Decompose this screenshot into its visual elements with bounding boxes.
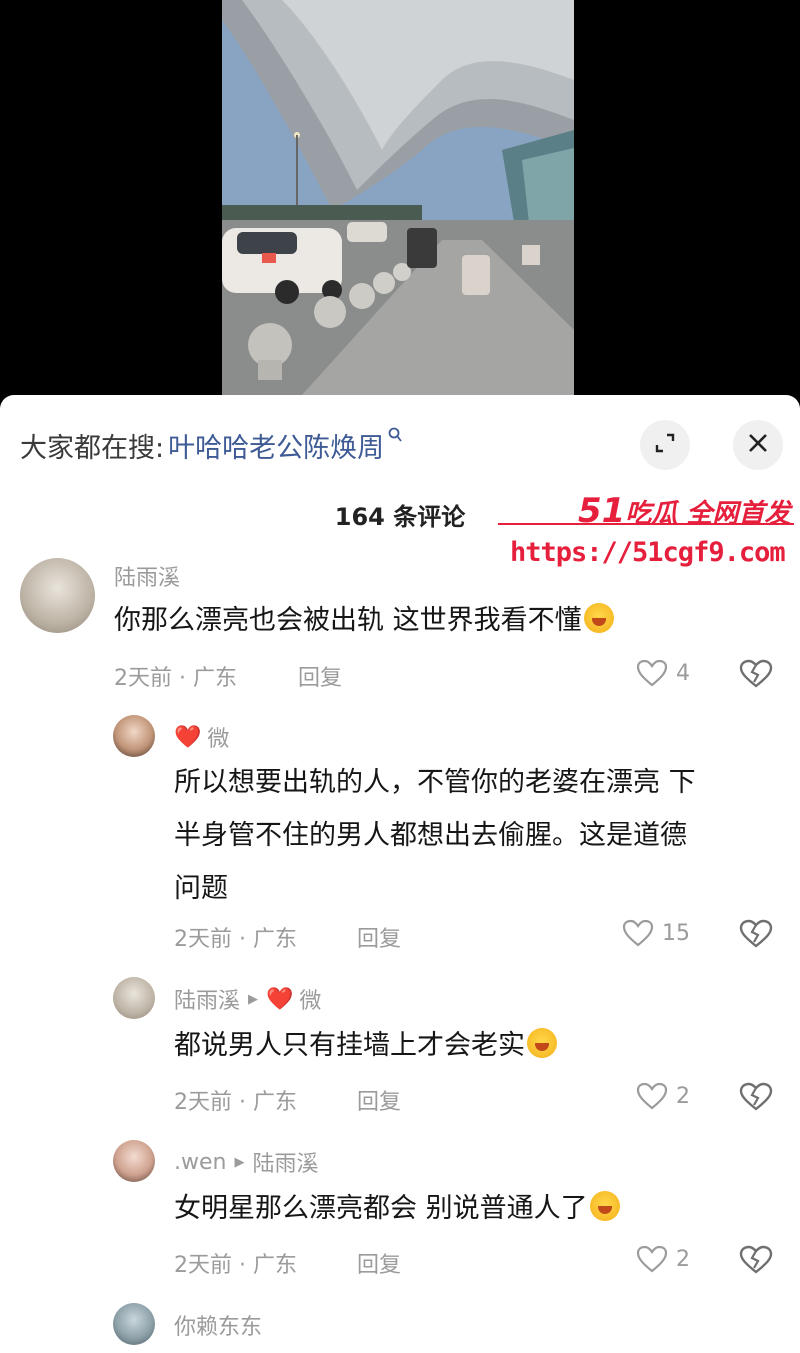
reply-item: ❤️ 微 所以想要出轨的人，不管你的老婆在漂亮 下 半身管不住的男人都想出去偷腥。…: [0, 713, 800, 963]
broken-heart-icon: [739, 659, 773, 688]
comment-text: 你那么漂亮也会被出轨 这世界我看不懂: [114, 594, 614, 647]
comment-time-location: 2天前 · 广东: [174, 1253, 297, 1278]
reply-button[interactable]: 回复: [357, 1247, 401, 1279]
comment-time-location: 2天前 · 广东: [114, 666, 237, 691]
comment-text: 女明星那么漂亮都会 别说普通人了: [174, 1182, 620, 1235]
avatar[interactable]: [20, 558, 95, 633]
reply-button[interactable]: 回复: [357, 1084, 401, 1116]
screen: 大家都在搜: 叶哈哈老公陈焕周 164 条评论 51吃瓜 全网首发 https:…: [0, 0, 800, 1353]
comment-author[interactable]: 陆雨溪: [114, 560, 180, 592]
avatar[interactable]: [113, 715, 155, 757]
heart-emoji: ❤️: [266, 986, 294, 1012]
dislike-button[interactable]: [739, 1245, 773, 1279]
avatar[interactable]: [113, 977, 155, 1019]
comment-item: 陆雨溪 你那么漂亮也会被出轨 这世界我看不懂 2天前 · 广东 回复 4: [0, 555, 800, 695]
comment-time-location: 2天前 · 广东: [174, 1090, 297, 1115]
heart-icon: [622, 919, 654, 947]
crying-laughing-emoji: [527, 1028, 557, 1058]
close-icon: [747, 432, 769, 458]
comment-author[interactable]: 你赖东东: [174, 1309, 262, 1341]
tearful-smile-emoji: [589, 1191, 620, 1221]
comment-text: 所以想要出轨的人，不管你的老婆在漂亮 下 半身管不住的男人都想出去偷腥。这是道德…: [174, 767, 696, 904]
reply-to-name[interactable]: 陆雨溪: [252, 1146, 318, 1178]
search-icon: [388, 427, 402, 447]
reply-arrow-icon: ▶: [248, 991, 259, 1007]
reply-button[interactable]: 回复: [298, 660, 342, 692]
watermark-brand: 51吃瓜 全网首发: [578, 491, 791, 531]
expand-icon: [654, 432, 676, 458]
close-button[interactable]: [733, 420, 783, 470]
crying-laughing-emoji: [583, 603, 614, 633]
reply-item: .wen ▶ 陆雨溪 女明星那么漂亮都会 别说普通人了 2天前 · 广东 回复 …: [0, 1140, 800, 1290]
dislike-button[interactable]: [739, 1082, 773, 1116]
avatar[interactable]: [113, 1303, 155, 1345]
heart-icon: [636, 659, 668, 687]
like-count: 15: [662, 920, 690, 946]
heart-emoji: ❤️: [174, 724, 202, 750]
like-button[interactable]: 2: [636, 1245, 690, 1273]
like-count: 4: [676, 660, 690, 686]
reply-arrow-icon: ▶: [234, 1154, 245, 1170]
expand-button[interactable]: [640, 420, 690, 470]
video-frame-airport: [222, 0, 574, 395]
comment-text: 都说男人只有挂墙上才会老实: [174, 1019, 557, 1072]
watermark-underline: [498, 523, 794, 525]
like-button[interactable]: 4: [636, 659, 690, 687]
reply-item: 你赖东东: [0, 1303, 800, 1353]
comment-sheet: 大家都在搜: 叶哈哈老公陈焕周 164 条评论 51吃瓜 全网首发 https:…: [0, 395, 800, 1353]
reply-to-name[interactable]: 微: [299, 983, 321, 1015]
like-count: 2: [676, 1083, 690, 1109]
like-button[interactable]: 2: [636, 1082, 690, 1110]
dislike-button[interactable]: [739, 919, 773, 953]
comment-author[interactable]: ❤️ 微: [174, 721, 229, 753]
broken-heart-icon: [739, 1245, 773, 1274]
dislike-button[interactable]: [739, 659, 773, 693]
video-player[interactable]: [0, 0, 800, 395]
heart-icon: [636, 1082, 668, 1110]
like-count: 2: [676, 1246, 690, 1272]
broken-heart-icon: [739, 919, 773, 948]
heart-icon: [636, 1245, 668, 1273]
like-button[interactable]: 15: [622, 919, 690, 947]
search-suggestion-link[interactable]: 叶哈哈老公陈焕周: [168, 426, 384, 465]
search-suggestion-prefix: 大家都在搜:: [20, 432, 165, 464]
reply-item: 陆雨溪 ▶ ❤️ 微 都说男人只有挂墙上才会老实 2天前 · 广东 回复 2: [0, 977, 800, 1127]
avatar[interactable]: [113, 1140, 155, 1182]
comment-time-location: 2天前 · 广东: [174, 927, 297, 952]
comment-author[interactable]: 陆雨溪 ▶ ❤️ 微: [174, 983, 321, 1015]
search-suggestion[interactable]: 大家都在搜: 叶哈哈老公陈焕周: [20, 425, 402, 465]
broken-heart-icon: [739, 1082, 773, 1111]
reply-button[interactable]: 回复: [357, 921, 401, 953]
comment-author[interactable]: .wen ▶ 陆雨溪: [174, 1146, 318, 1178]
